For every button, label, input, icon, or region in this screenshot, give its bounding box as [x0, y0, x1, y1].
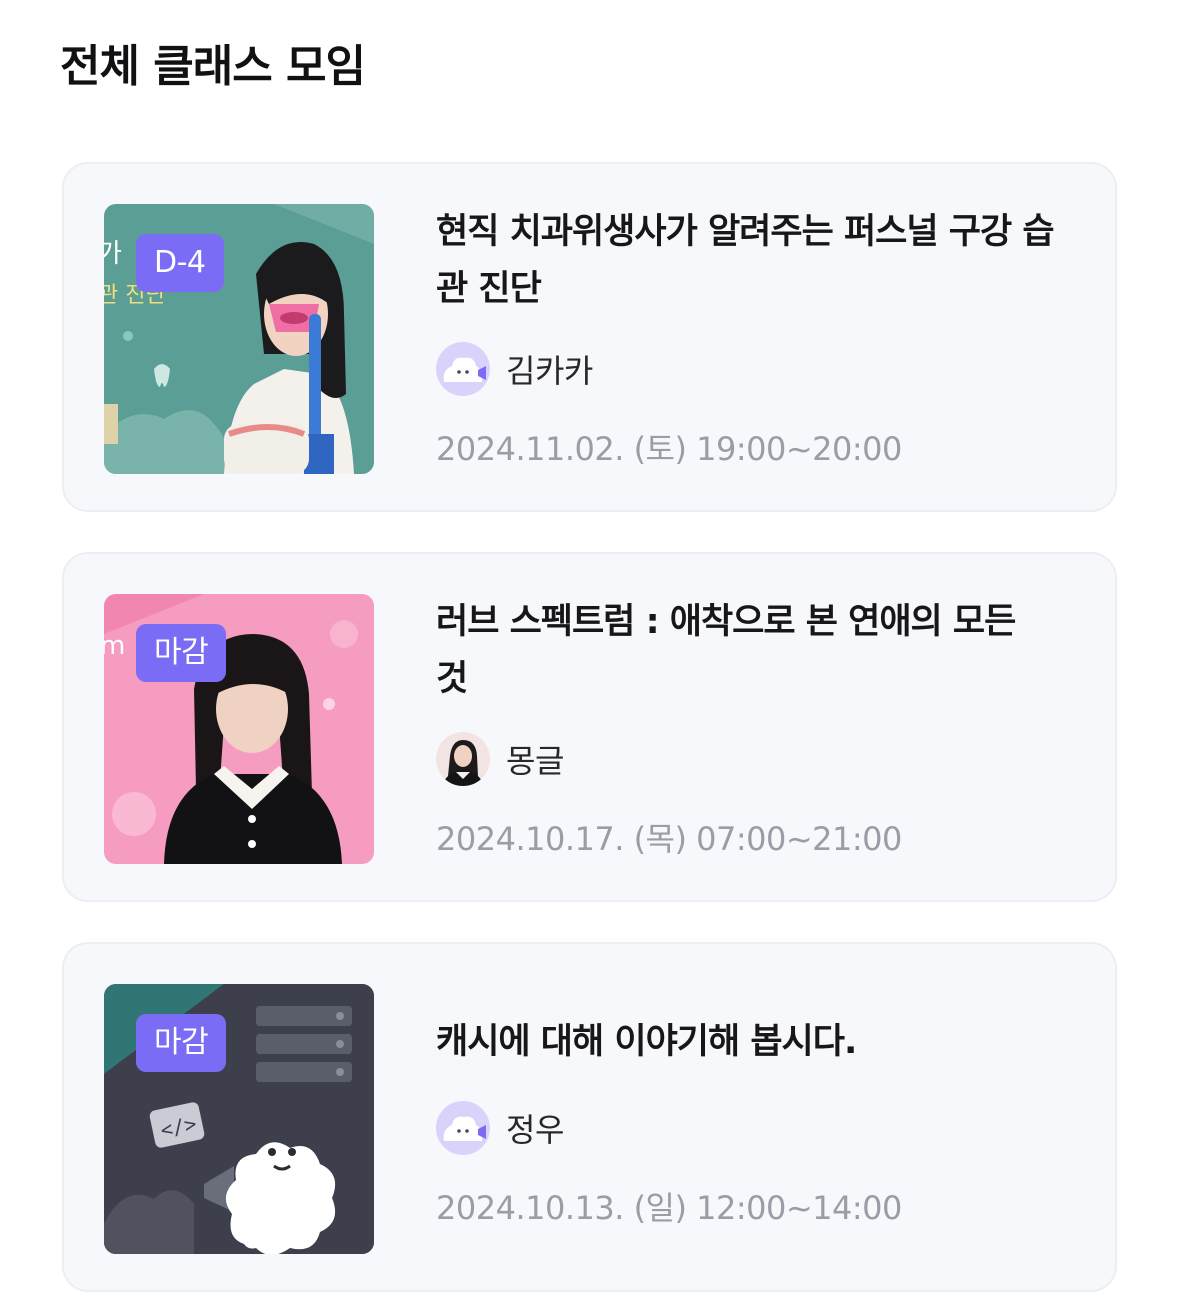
host-info: 몽글 [436, 732, 1075, 786]
page-title: 전체 클래스 모임 [60, 41, 366, 92]
class-title[interactable]: 러브 스펙트럼 : 애착으로 본 연애의 모든 것 [436, 594, 1056, 708]
class-card[interactable]: </> 마감 캐시에 대해 이야기해 봅시다. 정우 2024.10.13. (… [62, 942, 1117, 1292]
class-thumbnail: </> 마감 [104, 984, 374, 1254]
host-name: 정우 [506, 1111, 564, 1149]
class-thumbnail: 가 관 진단 D-4 [104, 204, 374, 474]
class-datetime: 2024.10.17. (목) 07:00~21:00 [436, 820, 902, 858]
status-badge: 마감 [136, 624, 227, 682]
status-badge: 마감 [136, 1014, 227, 1072]
status-badge: D-4 [136, 234, 224, 292]
class-card[interactable]: 가 관 진단 D-4 현직 치과위생사가 알려주는 퍼스널 구강 습관 진단 김… [62, 162, 1117, 512]
svg-text:m: m [104, 631, 125, 661]
class-title[interactable]: 현직 치과위생사가 알려주는 퍼스널 구강 습관 진단 [436, 204, 1056, 318]
host-name: 몽글 [506, 742, 564, 780]
svg-text:가: 가 [104, 239, 122, 269]
class-title[interactable]: 캐시에 대해 이야기해 봅시다. [436, 1014, 1056, 1071]
host-name: 김카카 [506, 352, 593, 390]
class-thumbnail: m 마감 [104, 594, 374, 864]
cloud-mascot-icon [436, 342, 490, 396]
class-list-page: 전체 클래스 모임 가 관 진단 D-4 현직 치과위생사가 알려주는 퍼스널 … [0, 0, 1179, 1312]
class-card[interactable]: m 마감 러브 스펙트럼 : 애착으로 본 연애의 모든 것 몽글 2024.1… [62, 552, 1117, 902]
host-info: 김카카 [436, 342, 1075, 396]
cloud-mascot-icon [436, 1101, 490, 1155]
woman-portrait-avatar [436, 732, 490, 786]
class-datetime: 2024.10.13. (일) 12:00~14:00 [436, 1189, 902, 1227]
host-info: 정우 [436, 1101, 1075, 1155]
class-datetime: 2024.11.02. (토) 19:00~20:00 [436, 430, 902, 468]
